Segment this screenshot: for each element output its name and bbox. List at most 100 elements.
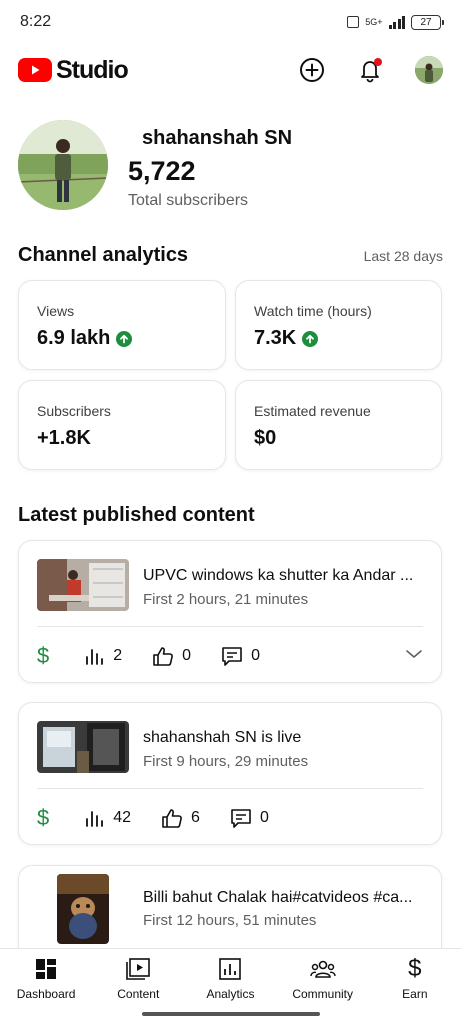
monetization-icon: $ [37, 643, 50, 668]
trend-up-icon [302, 330, 319, 347]
metric-card-views[interactable]: Views 6.9 lakh [18, 280, 226, 370]
metric-card-revenue[interactable]: Estimated revenue $0 [235, 380, 442, 470]
chevron-down-icon [406, 650, 422, 658]
metric-value: +1.8K [37, 427, 91, 449]
create-button[interactable] [299, 57, 325, 83]
metric-label: Estimated revenue [254, 403, 371, 419]
nav-analytics[interactable]: Analytics [185, 957, 275, 1001]
metric-value-row: +1.8K [37, 427, 91, 450]
metric-label: Subscribers [37, 403, 111, 419]
metric-value: 7.3K [254, 327, 297, 349]
status-icons: 5G+ 27 [347, 14, 444, 30]
comments-stat: 0 [230, 808, 269, 828]
nav-label: Earn [402, 987, 428, 1001]
subscriber-label: Total subscribers [128, 192, 249, 209]
expand-button[interactable] [405, 647, 423, 665]
nav-dashboard[interactable]: Dashboard [1, 957, 91, 1001]
community-icon [309, 957, 336, 981]
analytics-header: Channel analytics Last 28 days [18, 244, 443, 267]
metric-label: Views [37, 303, 75, 319]
metric-value-row: 6.9 lakh [37, 327, 133, 350]
app-bar: Studio [0, 48, 461, 92]
comments-count: 0 [259, 809, 269, 826]
video-thumbnail[interactable] [57, 874, 109, 944]
content-icon [126, 957, 151, 981]
app-bar-actions [299, 56, 443, 84]
analytics-icon [219, 957, 242, 981]
earn-icon: $ [408, 955, 422, 982]
video-stats: $ 42 6 0 [37, 805, 423, 831]
signal-icon [388, 15, 405, 29]
metric-card-subscribers[interactable]: Subscribers +1.8K [18, 380, 226, 470]
comment-icon [231, 809, 251, 828]
account-avatar[interactable] [415, 56, 443, 84]
metric-value-row: 7.3K [254, 327, 319, 350]
divider [37, 626, 423, 627]
likes-stat: 6 [161, 808, 200, 828]
monetization-icon: $ [37, 805, 50, 830]
comments-count: 0 [251, 647, 260, 664]
status-time: 8:22 [20, 13, 52, 30]
home-indicator[interactable] [142, 1012, 320, 1016]
latest-title: Latest published content [18, 504, 255, 526]
views-stat: 2 [85, 647, 122, 665]
likes-count: 0 [182, 647, 192, 664]
comments-stat: 0 [221, 646, 260, 666]
latest-header: Latest published content [18, 504, 443, 527]
trend-up-icon [116, 330, 133, 347]
channel-header: shahanshah SN 5,722 Total subscribers [18, 120, 443, 212]
bottom-nav: Dashboard Content Analytics Community $ … [0, 948, 461, 1006]
nav-label: Analytics [206, 987, 255, 1001]
nav-content[interactable]: Content [93, 957, 183, 1001]
nav-label: Content [117, 987, 160, 1001]
metric-label: Watch time (hours) [254, 303, 372, 319]
channel-avatar[interactable] [18, 120, 108, 210]
views-count: 42 [113, 809, 132, 826]
thumbs-up-icon [162, 809, 182, 828]
divider [37, 788, 423, 789]
video-time: First 9 hours, 29 minutes [143, 753, 309, 770]
video-time: First 2 hours, 21 minutes [143, 591, 309, 608]
studio-logo[interactable]: Studio [18, 55, 129, 85]
nav-label: Community [292, 987, 353, 1001]
subscriber-count: 5,722 [128, 156, 196, 186]
add-circle-icon [300, 58, 324, 82]
channel-name: shahanshah SN [142, 127, 293, 149]
video-title: UPVC windows ka shutter ka Andar ... [143, 567, 414, 584]
views-stat: 42 [85, 809, 131, 827]
video-stats: $ 2 0 0 [37, 643, 423, 669]
video-thumbnail[interactable] [37, 721, 129, 773]
battery-level: 27 [420, 16, 432, 28]
metric-card-watch-time[interactable]: Watch time (hours) 7.3K [235, 280, 442, 370]
metric-value-row: $0 [254, 427, 276, 450]
nav-community[interactable]: Community [278, 957, 368, 1001]
notifications-button[interactable] [357, 57, 383, 83]
metric-value: $0 [254, 427, 277, 449]
video-thumbnail[interactable] [37, 559, 129, 611]
nav-earn[interactable]: $ Earn [370, 955, 460, 1002]
youtube-logo-icon [18, 58, 52, 82]
nav-label: Dashboard [16, 987, 76, 1001]
thumbs-up-icon [153, 647, 174, 666]
metric-value: 6.9 lakh [37, 327, 111, 349]
network-label: 5G+ [365, 16, 383, 27]
content-card[interactable]: UPVC windows ka shutter ka Andar ... Fir… [18, 540, 442, 683]
dashboard-icon [35, 957, 57, 981]
video-title: shahanshah SN is live [143, 729, 302, 746]
bar-chart-icon [86, 811, 104, 827]
bar-chart-icon [86, 649, 104, 665]
battery-icon: 27 [411, 14, 444, 30]
notification-dot [374, 58, 382, 66]
video-title: Billi bahut Chalak hai#catvideos #ca... [143, 889, 413, 906]
logo-text: Studio [56, 55, 129, 84]
views-count: 2 [113, 647, 123, 664]
status-bar: 8:22 5G+ 27 [0, 0, 461, 44]
analytics-period: Last 28 days [363, 248, 443, 264]
analytics-title: Channel analytics [18, 244, 189, 266]
likes-stat: 0 [152, 646, 191, 666]
comment-icon [222, 647, 242, 666]
content-card[interactable]: shahanshah SN is live First 9 hours, 29 … [18, 702, 442, 845]
video-time: First 12 hours, 51 minutes [143, 912, 317, 929]
sim-icon [347, 16, 360, 28]
likes-count: 6 [191, 809, 200, 826]
